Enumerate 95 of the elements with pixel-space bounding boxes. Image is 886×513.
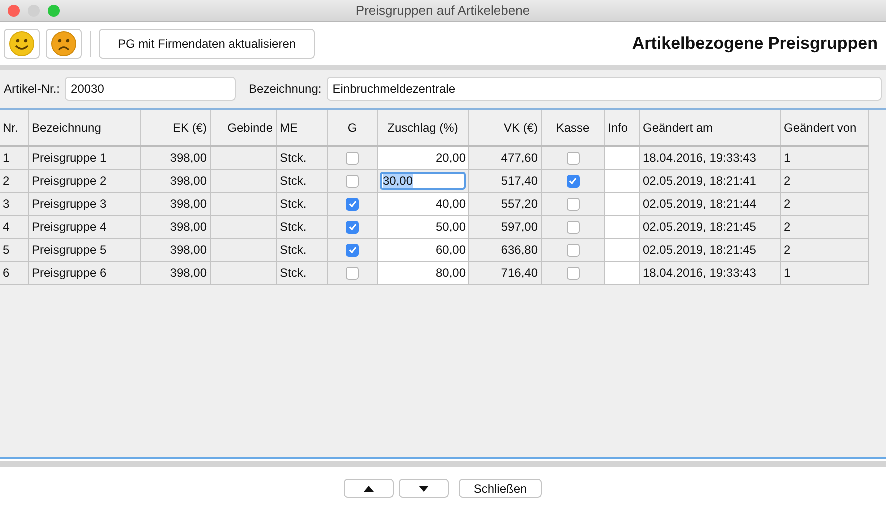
- table-cell: 2: [0, 170, 29, 192]
- table-cell: Preisgruppe 6: [29, 262, 141, 284]
- table-cell: 398,00: [141, 216, 211, 238]
- table-cell: Preisgruppe 2: [29, 170, 141, 192]
- table-cell: Stck.: [277, 262, 328, 284]
- table-cell: Preisgruppe 1: [29, 147, 141, 169]
- table-cell: 60,00: [436, 243, 466, 257]
- checkbox[interactable]: [346, 198, 359, 210]
- table-cell: 20,00: [436, 151, 466, 165]
- text-field[interactable]: 20030: [65, 77, 236, 101]
- table-cell: 50,00: [436, 220, 466, 234]
- table-cell: 477,60: [469, 147, 542, 169]
- table-cell: 18.04.2016, 19:33:43: [640, 262, 781, 284]
- checkmark-icon: [568, 176, 578, 186]
- table-cell: 02.05.2019, 18:21:45: [640, 239, 781, 261]
- minimize-button[interactable]: [28, 4, 40, 16]
- table-cell: 02.05.2019, 18:21:41: [640, 170, 781, 192]
- checkmark-icon: [348, 245, 358, 255]
- checkbox[interactable]: [346, 174, 359, 188]
- checkbox[interactable]: [566, 174, 580, 188]
- table-cell: 1: [781, 262, 869, 284]
- table-cell: 1: [0, 147, 29, 169]
- page-heading: Artikelbezogene Preisgruppen: [632, 34, 879, 54]
- table-cell: Stck.: [277, 147, 328, 169]
- table-cell: 4: [0, 216, 29, 238]
- column-header[interactable]: Nr.: [0, 110, 29, 145]
- column-header[interactable]: EK (€): [141, 110, 211, 145]
- table-cell: Stck.: [277, 170, 328, 192]
- table-cell: Stck.: [277, 216, 328, 238]
- field-label: Artikel-Nr.:: [4, 82, 60, 96]
- table-cell: 398,00: [141, 262, 211, 284]
- column-header[interactable]: ME: [277, 110, 328, 145]
- table-cell: Preisgruppe 4: [29, 216, 141, 238]
- table-cell: 2: [781, 170, 869, 192]
- table-cell: 5: [0, 239, 29, 261]
- smiley-icon: [9, 30, 35, 56]
- column-header[interactable]: Gebinde: [211, 110, 277, 145]
- table-cell: 597,00: [469, 216, 542, 238]
- column-header[interactable]: Geändert am: [640, 110, 781, 145]
- table-cell: 517,40: [469, 170, 542, 192]
- table-cell: 557,20: [469, 193, 542, 215]
- table-cell: Preisgruppe 5: [29, 239, 141, 261]
- table-cell: 18.04.2016, 19:33:43: [640, 147, 781, 169]
- checkbox[interactable]: [346, 266, 359, 280]
- checkbox[interactable]: [566, 152, 580, 164]
- column-header[interactable]: VK (€): [469, 110, 542, 145]
- checkbox[interactable]: [566, 266, 580, 280]
- up-triangle-icon: [364, 486, 374, 492]
- table-cell: 636,80: [469, 239, 542, 261]
- sad-face-icon: [51, 30, 77, 56]
- table-cell: 02.05.2019, 18:21:44: [640, 193, 781, 215]
- table-cell: 40,00: [436, 197, 466, 211]
- table-cell: Preisgruppe 3: [29, 193, 141, 215]
- table-cell: 3: [0, 193, 29, 215]
- table-cell: 2: [781, 239, 869, 261]
- checkbox[interactable]: [566, 244, 580, 256]
- field-label: Bezeichnung:: [249, 82, 322, 96]
- table-cell: 80,00: [436, 266, 466, 280]
- edit-field[interactable]: 30,00: [380, 172, 466, 190]
- table-cell: 398,00: [141, 193, 211, 215]
- move-up-button[interactable]: [344, 479, 394, 498]
- sad-face-button[interactable]: [46, 28, 82, 58]
- table-cell: 02.05.2019, 18:21:45: [640, 216, 781, 238]
- column-header[interactable]: Info: [605, 110, 640, 145]
- text-field[interactable]: Einbruchmeldezentrale: [326, 77, 882, 101]
- table-cell: 6: [0, 262, 29, 284]
- checkmark-icon: [348, 199, 358, 209]
- window-title: Preisgruppen auf Artikelebene: [356, 3, 530, 18]
- table-cell: 398,00: [141, 170, 211, 192]
- smiley-button[interactable]: [4, 28, 40, 58]
- column-header[interactable]: Geändert von: [781, 110, 869, 145]
- checkbox[interactable]: [346, 220, 359, 234]
- checkbox[interactable]: [346, 244, 359, 256]
- checkbox[interactable]: [566, 220, 580, 234]
- column-header[interactable]: Bezeichnung: [29, 110, 141, 145]
- move-down-button[interactable]: [398, 479, 449, 498]
- table-cell: 1: [781, 147, 869, 169]
- table-cell: 716,40: [469, 262, 542, 284]
- checkbox[interactable]: [346, 152, 359, 164]
- column-header[interactable]: Zuschlag (%): [378, 110, 469, 145]
- table-cell: 2: [781, 216, 869, 238]
- update-button[interactable]: PG mit Firmendaten aktualisieren: [99, 28, 316, 58]
- table-cell: 398,00: [141, 147, 211, 169]
- column-header[interactable]: G: [328, 110, 378, 145]
- table-cell: Stck.: [277, 193, 328, 215]
- table-cell: Stck.: [277, 239, 328, 261]
- close-button[interactable]: [8, 4, 20, 16]
- down-triangle-icon: [418, 486, 429, 492]
- close-dialog-button[interactable]: Schließen: [458, 479, 542, 498]
- zoom-button[interactable]: [48, 4, 60, 16]
- checkbox[interactable]: [566, 198, 580, 210]
- table-cell: 398,00: [141, 239, 211, 261]
- table-cell: 2: [781, 193, 869, 215]
- checkmark-icon: [348, 222, 358, 232]
- column-header[interactable]: Kasse: [542, 110, 605, 145]
